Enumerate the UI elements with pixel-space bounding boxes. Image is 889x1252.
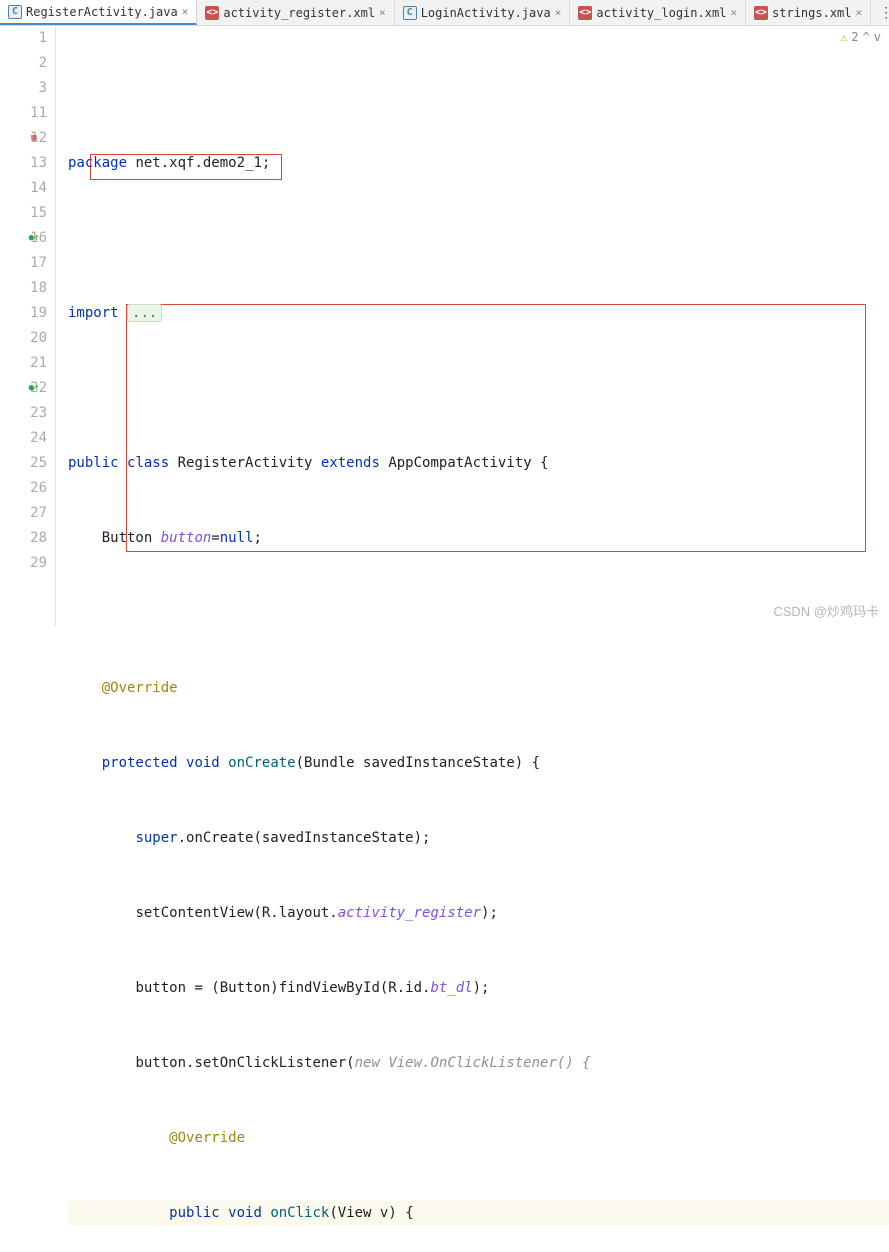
line-number: 29 <box>30 551 47 576</box>
java-icon: C <box>8 5 22 19</box>
line-number: 27 <box>30 501 47 526</box>
code-line: button.setOnClickListener(new View.OnCli… <box>68 1051 889 1076</box>
more-menu-icon[interactable]: ⋮ <box>871 5 889 21</box>
code-line: Button button=null; <box>68 526 889 551</box>
tab-activity-register-xml[interactable]: <> activity_register.xml × <box>197 0 394 25</box>
close-icon[interactable]: × <box>856 6 863 19</box>
code-line: setContentView(R.layout.activity_registe… <box>68 901 889 926</box>
tab-label: LoginActivity.java <box>421 6 551 20</box>
code-area[interactable]: package net.xqf.demo2_1; import ... publ… <box>56 26 889 626</box>
line-number: 13 <box>30 151 47 176</box>
tab-label: activity_login.xml <box>596 6 726 20</box>
override-gutter-icon[interactable]: ●↑ <box>28 233 40 245</box>
xml-icon: <> <box>205 6 219 20</box>
close-icon[interactable]: × <box>182 5 189 18</box>
code-line: import ... <box>68 301 889 326</box>
tab-label: activity_register.xml <box>223 6 375 20</box>
code-line <box>68 226 889 251</box>
line-number: 14 <box>30 176 47 201</box>
code-line: button = (Button)findViewById(R.id.bt_dl… <box>68 976 889 1001</box>
code-line: public class RegisterActivity extends Ap… <box>68 451 889 476</box>
code-line: protected void onCreate(Bundle savedInst… <box>68 751 889 776</box>
fold-ellipsis[interactable]: ... <box>127 304 162 322</box>
close-icon[interactable]: × <box>730 6 737 19</box>
code-line <box>68 376 889 401</box>
line-number: 20 <box>30 326 47 351</box>
code-line <box>68 601 889 626</box>
warning-icon: ⚠ <box>840 30 847 44</box>
line-number: 21 <box>30 351 47 376</box>
line-number: 23 <box>30 401 47 426</box>
override-gutter-icon[interactable]: ●↑ <box>28 383 40 395</box>
line-number: 2 <box>39 51 47 76</box>
class-gutter-icon[interactable]: ▦ <box>28 133 40 145</box>
line-number: 1 <box>39 26 47 51</box>
line-number: 25 <box>30 451 47 476</box>
line-number: 17 <box>30 251 47 276</box>
line-number: 28 <box>30 526 47 551</box>
close-icon[interactable]: × <box>555 6 562 19</box>
tab-register-activity[interactable]: C RegisterActivity.java × <box>0 0 197 25</box>
xml-icon: <> <box>754 6 768 20</box>
inspection-summary[interactable]: ⚠ 2 ^ v <box>840 30 881 44</box>
highlight-box-2 <box>126 304 866 552</box>
gutter: 1 2 3 11 ▦12 13 14 15 ●↑16 17 18 19 20 2… <box>0 26 56 626</box>
tab-bar: C RegisterActivity.java × <> activity_re… <box>0 0 889 26</box>
code-line: @Override <box>68 1126 889 1151</box>
java-icon: C <box>403 6 417 20</box>
tab-label: RegisterActivity.java <box>26 5 178 19</box>
prev-warning-icon[interactable]: ^ <box>863 30 870 44</box>
next-warning-icon[interactable]: v <box>874 30 881 44</box>
warning-count: 2 <box>851 30 858 44</box>
code-line: @Override <box>68 676 889 701</box>
watermark: CSDN @炒鸡玛卡 <box>773 601 879 620</box>
line-number: 11 <box>30 101 47 126</box>
code-editor[interactable]: 1 2 3 11 ▦12 13 14 15 ●↑16 17 18 19 20 2… <box>0 26 889 626</box>
line-number: 19 <box>30 301 47 326</box>
tab-label: strings.xml <box>772 6 851 20</box>
code-line: public void onClick(View v) { <box>68 1201 889 1226</box>
tab-login-activity[interactable]: C LoginActivity.java × <box>395 0 571 25</box>
close-icon[interactable]: × <box>379 6 386 19</box>
line-number: 15 <box>30 201 47 226</box>
xml-icon: <> <box>578 6 592 20</box>
line-number: 26 <box>30 476 47 501</box>
line-number: 18 <box>30 276 47 301</box>
line-number: 24 <box>30 426 47 451</box>
line-number: 3 <box>39 76 47 101</box>
tab-strings-xml[interactable]: <> strings.xml × <box>746 0 871 25</box>
tab-activity-login-xml[interactable]: <> activity_login.xml × <box>570 0 746 25</box>
code-line: super.onCreate(savedInstanceState); <box>68 826 889 851</box>
code-line: package net.xqf.demo2_1; <box>68 151 889 176</box>
